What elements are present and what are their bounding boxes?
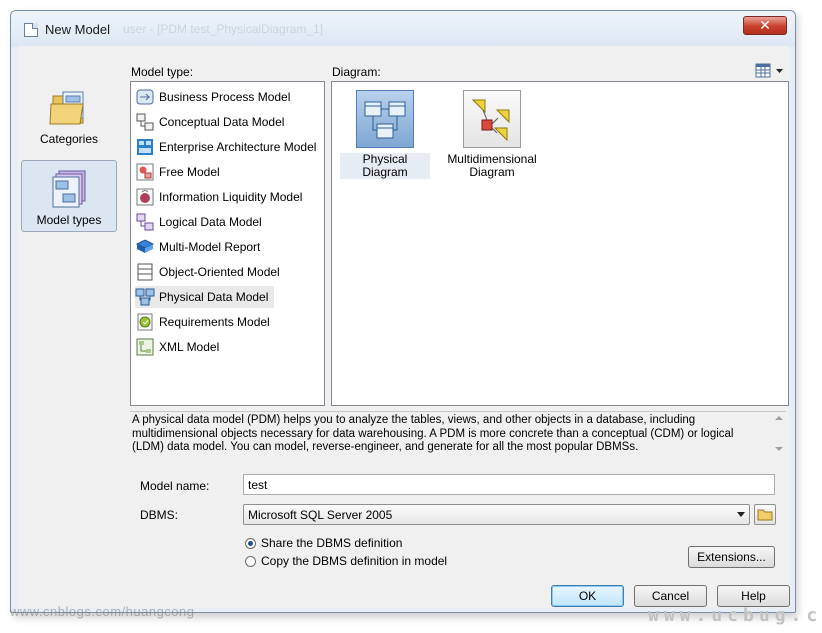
list-item[interactable]: XML Model (135, 336, 225, 358)
share-dbms-radio[interactable]: Share the DBMS definition (245, 536, 402, 550)
radio-empty-icon[interactable] (245, 555, 256, 567)
physical-diagram-icon (356, 90, 414, 148)
list-item[interactable]: Business Process Model (135, 86, 296, 108)
watermark-left: www.cnblogs.com/huangcong (10, 604, 195, 619)
document-icon (24, 23, 38, 37)
new-model-dialog: New Model user - [PDM test_PhysicalDiagr… (10, 10, 796, 613)
scroll-down-icon[interactable] (775, 447, 783, 451)
radio-selected-icon[interactable] (245, 537, 256, 549)
diagram-item-physical[interactable]: Physical Diagram (340, 90, 430, 179)
list-item-label: Information Liquidity Model (159, 190, 303, 204)
copy-dbms-label: Copy the DBMS definition in model (261, 554, 448, 568)
diagram-list[interactable]: Physical Diagram Multidimensional Diagra… (331, 81, 789, 406)
ok-button[interactable]: OK (551, 585, 624, 607)
list-item[interactable]: Physical Data Model (135, 286, 275, 308)
list-item-label: Free Model (159, 165, 220, 179)
help-button[interactable]: Help (717, 585, 790, 607)
description-scrollbar[interactable] (772, 412, 786, 455)
list-view-icon (755, 63, 783, 78)
dialog-title: New Model (45, 22, 111, 37)
scroll-up-icon[interactable] (775, 416, 783, 420)
enterprise-architecture-icon (137, 139, 153, 155)
folder-icon (757, 509, 773, 521)
xml-model-icon (136, 338, 154, 356)
list-item[interactable]: Free Model (135, 161, 226, 183)
list-item-label: Object-Oriented Model (159, 265, 280, 279)
list-item[interactable]: Object-Oriented Model (135, 261, 286, 283)
background-window-title: user - [PDM test_PhysicalDiagram_1] (123, 22, 324, 36)
object-oriented-icon (137, 263, 153, 281)
model-type-list[interactable]: Business Process Model Conceptual Data M… (130, 81, 325, 406)
business-process-icon (136, 89, 154, 105)
list-item-label: XML Model (159, 340, 220, 354)
extensions-button[interactable]: Extensions... (688, 546, 775, 568)
list-item-label: Logical Data Model (159, 215, 262, 229)
title-bar[interactable]: New Model user - [PDM test_PhysicalDiagr… (11, 11, 795, 47)
categories-icon (49, 91, 84, 125)
multidimensional-diagram-icon (463, 90, 521, 148)
model-types-label: Model types (36, 213, 102, 227)
conceptual-data-icon (136, 113, 154, 131)
list-item-label: Requirements Model (159, 315, 270, 329)
list-item[interactable]: Logical Data Model (135, 211, 268, 233)
model-types-button[interactable]: Model types (21, 160, 117, 232)
description-text: A physical data model (PDM) helps you to… (132, 414, 734, 453)
list-item-label: Multi-Model Report (159, 240, 261, 254)
category-pane: Categories Model types (18, 46, 122, 608)
list-item-label: Enterprise Architecture Model (159, 140, 317, 154)
physical-data-icon (135, 288, 155, 306)
dialog-client: Categories Model types Model type: Diagr… (18, 46, 790, 608)
information-liquidity-icon (136, 188, 154, 206)
free-model-icon (136, 163, 154, 181)
cancel-button[interactable]: Cancel (634, 585, 707, 607)
model-type-label: Model type: (131, 65, 194, 79)
browse-dbms-button[interactable] (754, 504, 776, 525)
logical-data-icon (136, 213, 154, 231)
diagram-label: Diagram: (332, 65, 381, 79)
list-item-label: Physical Data Model (159, 290, 269, 304)
model-description: A physical data model (PDM) helps you to… (130, 411, 786, 455)
model-name-label: Model name: (140, 479, 210, 493)
list-item[interactable]: Multi-Model Report (135, 236, 266, 258)
categories-button[interactable]: Categories (21, 80, 117, 152)
share-dbms-label: Share the DBMS definition (261, 536, 403, 550)
diagram-item-label: Physical Diagram (340, 153, 430, 179)
multi-model-report-icon (135, 239, 155, 253)
list-item-label: Business Process Model (159, 90, 291, 104)
dbms-select[interactable]: Microsoft SQL Server 2005 (243, 504, 750, 525)
view-mode-button[interactable] (755, 63, 785, 79)
copy-dbms-radio[interactable]: Copy the DBMS definition in model (245, 554, 447, 568)
list-item[interactable]: Information Liquidity Model (135, 186, 308, 208)
watermark-right: www.ucbug.cc (648, 605, 822, 626)
list-item[interactable]: Conceptual Data Model (135, 111, 290, 133)
list-item[interactable]: Requirements Model (135, 311, 276, 333)
model-name-input[interactable]: test (243, 474, 775, 495)
diagram-item-multidimensional[interactable]: Multidimensional Diagram (447, 90, 537, 179)
dbms-value: Microsoft SQL Server 2005 (248, 508, 393, 522)
dbms-label: DBMS: (140, 508, 179, 522)
model-types-icon (52, 170, 86, 208)
list-item[interactable]: Enterprise Architecture Model (135, 136, 322, 158)
requirements-icon (137, 313, 153, 331)
categories-label: Categories (39, 132, 99, 146)
close-button[interactable]: ✕ (743, 16, 787, 35)
diagram-item-label: Multidimensional Diagram (447, 152, 537, 179)
list-item-label: Conceptual Data Model (159, 115, 285, 129)
chevron-down-icon (737, 512, 745, 517)
